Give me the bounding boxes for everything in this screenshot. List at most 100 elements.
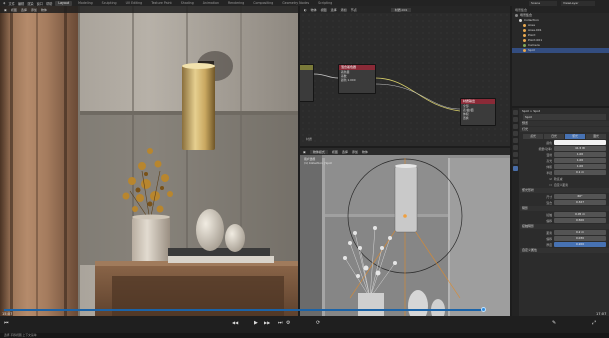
prop-row-specular: 高光 1.00 <box>520 158 609 163</box>
workspace-tab-rendering[interactable]: Rendering <box>225 1 247 6</box>
output-tab-icon[interactable] <box>513 124 518 129</box>
light-icon <box>523 34 526 37</box>
constraints-tab-icon[interactable] <box>513 159 518 164</box>
prop-row-spot-blend: 混合 0.327 <box>520 200 609 205</box>
view-layer-tab-icon[interactable] <box>513 131 518 136</box>
scene-tab-icon[interactable] <box>513 138 518 143</box>
workspace-tab-scripting[interactable]: Scripting <box>315 1 335 6</box>
spot-shape-panel-header[interactable]: 聚光形状 <box>520 188 609 193</box>
menu-edit[interactable]: 编辑 <box>18 1 24 6</box>
menu-view[interactable]: 视图 <box>11 8 17 12</box>
outliner[interactable]: 场景集合 场景集合 Collection Area Area.001 Point… <box>512 6 609 106</box>
collection-icon <box>515 14 518 17</box>
contact-thickness-field[interactable]: 0.200 <box>554 242 606 247</box>
spot-blend-field[interactable]: 0.327 <box>554 200 606 205</box>
properties-editor[interactable]: Spot > Spot Spot 预览 灯光 点光 日光 聚光 面光 颜色 能量… <box>512 108 609 322</box>
prop-row-shadow-bias: 偏移 0.500 <box>520 218 609 223</box>
preview-panel-header[interactable]: 预览 <box>520 121 609 126</box>
scrub-handle[interactable] <box>481 307 486 312</box>
scene-selector[interactable]: Scene <box>529 0 557 6</box>
light-type-spot[interactable]: 聚光 <box>565 134 585 139</box>
light-panel-header[interactable]: 灯光 <box>520 127 609 132</box>
rendered-viewport[interactable]: ▣ 视图 选择 添加 物体 <box>0 6 298 322</box>
object-tab-icon[interactable] <box>513 152 518 157</box>
workspace-tab-animation[interactable]: Animation <box>200 1 222 6</box>
mode-selector[interactable]: 物体模式 <box>309 149 328 154</box>
properties-body: Spot > Spot Spot 预览 灯光 点光 日光 聚光 面光 颜色 能量… <box>520 108 609 322</box>
workspace-tab-shading[interactable]: Shading <box>178 1 197 6</box>
tool-tab-icon[interactable] <box>513 110 518 115</box>
menu-add[interactable]: 添加 <box>352 150 358 154</box>
status-bar: 选择 平移视图 上下文菜单 <box>0 333 609 338</box>
workspace-tab-layout[interactable]: Layout <box>55 0 73 6</box>
shadow-bias-field[interactable]: 0.500 <box>554 218 606 223</box>
light-name-field[interactable]: Spot <box>523 114 606 120</box>
outliner-row-spot[interactable]: Spot <box>512 48 609 53</box>
workspace-tab-geometry-nodes[interactable]: Geometry Nodes <box>279 1 312 6</box>
workspace-tab-modeling[interactable]: Modeling <box>75 1 96 6</box>
node-material-output[interactable]: 材质输出 全部 表(曲)面 体积 置换 <box>460 98 496 126</box>
custom-properties-panel-header[interactable]: 自定义属性 <box>520 248 609 253</box>
solid-viewport[interactable]: ▣ 物体模式 视图 选择 添加 物体 用户透视 (1) Collection |… <box>300 148 510 322</box>
menu-view[interactable]: 视图 <box>332 150 338 154</box>
menu-select[interactable]: 选择 <box>21 8 27 12</box>
edit-icon[interactable]: ✎ <box>552 320 556 326</box>
light-data-tab-icon[interactable] <box>513 166 518 171</box>
menu-help[interactable]: 帮助 <box>46 1 52 6</box>
checkbox-soft-falloff[interactable]: ☑ 软衰减 <box>520 176 609 181</box>
checkbox-custom-distance[interactable]: ☐ 自定义距离 <box>520 182 609 187</box>
menu-file[interactable]: 文件 <box>8 1 14 6</box>
light-type-selector: 点光 日光 聚光 面光 <box>523 134 606 139</box>
prop-row-shadow-contact: 接触 0.05 m <box>520 212 609 217</box>
shader-node-editor[interactable]: ◐ 物体 视图 选择 添加 节点 材质.001 混合着色器 着色器 系数 颜色 … <box>300 6 510 146</box>
menu-render[interactable]: 渲染 <box>27 1 33 6</box>
workspace-tab-texture-paint[interactable]: Texture Paint <box>148 1 175 6</box>
node-mix-shader[interactable]: 混合着色器 着色器 系数 颜色 1.000 <box>338 64 376 94</box>
spot-size-field[interactable]: 60° <box>554 194 606 199</box>
radius-field[interactable]: 0.1 m <box>554 170 606 175</box>
diffuse-field[interactable]: 1.00 <box>554 152 606 157</box>
settings-icon[interactable]: ⚙ <box>286 320 290 326</box>
prop-row-power: 能量(功率) 41.5 W <box>520 146 609 151</box>
light-type-area[interactable]: 面光 <box>586 134 606 139</box>
scrub-progress-bar[interactable] <box>4 309 484 311</box>
world-tab-icon[interactable] <box>513 145 518 150</box>
volume-field[interactable]: 1.00 <box>554 164 606 169</box>
node-left-partial[interactable] <box>300 64 314 102</box>
menu-add[interactable]: 添加 <box>31 8 37 12</box>
contact-bias-field[interactable]: 0.030 <box>554 236 606 241</box>
shadow-panel-header[interactable]: 阴影 <box>520 206 609 211</box>
shadow-contact-field[interactable]: 0.05 m <box>554 212 606 217</box>
workspace-tab-sculpting[interactable]: Sculpting <box>99 1 120 6</box>
solid-scene-view <box>300 148 510 322</box>
render-tab-icon[interactable] <box>513 117 518 122</box>
loop-icon[interactable]: ⟳ <box>316 320 320 326</box>
workspace-tab-uv-editing[interactable]: UV Editing <box>123 1 146 6</box>
light-type-sun[interactable]: 日光 <box>544 134 564 139</box>
rewind-icon[interactable]: ◀◀ <box>232 320 238 325</box>
play-icon[interactable]: ▶ <box>254 320 258 326</box>
view-layer-selector[interactable]: ViewLayer <box>561 0 595 6</box>
menu-object[interactable]: 物体 <box>41 8 47 12</box>
menu-window[interactable]: 窗口 <box>37 1 43 6</box>
specular-field[interactable]: 1.00 <box>554 158 606 163</box>
light-type-point[interactable]: 点光 <box>523 134 543 139</box>
camera-icon <box>523 44 526 47</box>
prop-row-contact-bias: 偏移 0.030 <box>520 236 609 241</box>
menu-object[interactable]: 物体 <box>362 150 368 154</box>
menu-select[interactable]: 选择 <box>342 150 348 154</box>
contact-distance-field[interactable]: 0.2 m <box>554 230 606 235</box>
fast-forward-icon[interactable]: ▶▶ <box>264 320 270 325</box>
color-swatch[interactable] <box>554 140 606 145</box>
editor-type-icon[interactable]: ▣ <box>4 8 7 12</box>
contact-shadow-panel-header[interactable]: 接触阴影 <box>520 224 609 229</box>
light-icon <box>523 49 526 52</box>
skip-forward-icon[interactable]: ⏭ <box>278 320 283 326</box>
editor-type-icon[interactable]: ▣ <box>303 150 306 154</box>
workspace-tab-compositing[interactable]: Compositing <box>250 1 276 6</box>
power-field[interactable]: 41.5 W <box>554 146 606 151</box>
skip-back-icon[interactable]: ⏮ <box>4 320 9 326</box>
fullscreen-icon[interactable]: ⤢ <box>592 320 596 326</box>
viewport-info: 用户透视 (1) Collection | Spot <box>304 157 332 165</box>
blender-logo-icon[interactable]: ◈ <box>3 1 5 5</box>
